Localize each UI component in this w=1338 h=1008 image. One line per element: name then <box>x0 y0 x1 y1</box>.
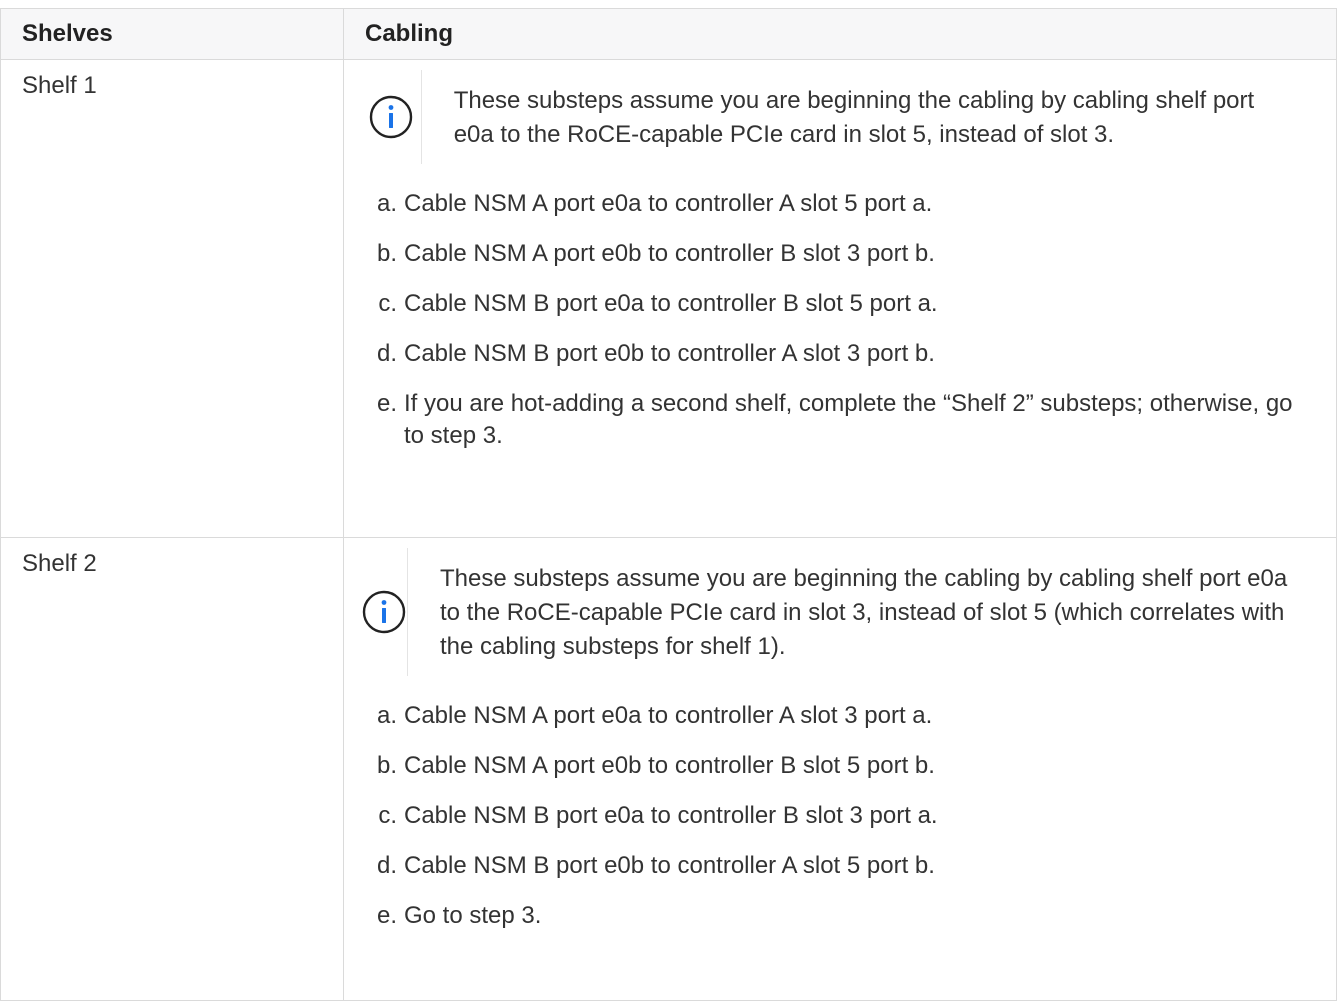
step-text: Cable NSM B port e0b to controller A slo… <box>404 852 935 879</box>
substep-list: a. Cable NSM A port e0a to controller A … <box>361 700 1336 932</box>
info-icon <box>362 590 406 634</box>
step-text: Go to step 3. <box>404 902 542 929</box>
step-text: Cable NSM B port e0b to controller A slo… <box>404 340 935 367</box>
list-item: e. Go to step 3. <box>361 900 1336 932</box>
list-item: a. Cable NSM A port e0a to controller A … <box>361 188 1336 220</box>
list-item: c. Cable NSM B port e0a to controller B … <box>361 288 1336 320</box>
shelf-cell: Shelf 1 <box>0 59 344 538</box>
step-marker: b. <box>376 240 397 267</box>
column-header-cabling: Cabling <box>343 8 1337 60</box>
step-text: Cable NSM A port e0a to controller A slo… <box>404 190 933 217</box>
step-text: Cable NSM A port e0b to controller B slo… <box>404 240 935 267</box>
list-item: b. Cable NSM A port e0b to controller B … <box>361 750 1336 782</box>
shelf-name: Shelf 1 <box>22 72 97 99</box>
list-item: c. Cable NSM B port e0a to controller B … <box>361 800 1336 832</box>
list-item: a. Cable NSM A port e0a to controller A … <box>361 700 1336 732</box>
note-admonition: These substeps assume you are beginning … <box>361 548 1336 676</box>
table-row: Shelf 2 These substeps assume you are be… <box>0 537 1337 1001</box>
step-text: Cable NSM B port e0a to controller B slo… <box>404 802 938 829</box>
note-text: These substeps assume you are beginning … <box>440 565 1288 660</box>
list-item: b. Cable NSM A port e0b to controller B … <box>361 238 1336 270</box>
step-marker: c. <box>378 290 397 317</box>
cabling-table: Shelves Cabling Shelf 1 These substeps a… <box>0 8 1337 1001</box>
step-marker: c. <box>378 802 397 829</box>
table-header-row: Shelves Cabling <box>0 8 1337 60</box>
step-marker: b. <box>376 752 397 779</box>
list-item: d. Cable NSM B port e0b to controller A … <box>361 338 1336 370</box>
step-marker: d. <box>376 852 397 879</box>
step-marker: a. <box>376 190 397 217</box>
shelf-cell: Shelf 2 <box>0 537 344 1001</box>
cabling-cell: These substeps assume you are beginning … <box>343 537 1337 1001</box>
step-text: Cable NSM B port e0a to controller B slo… <box>404 290 938 317</box>
substep-list: a. Cable NSM A port e0a to controller A … <box>361 188 1336 452</box>
column-header-shelves: Shelves <box>0 8 344 60</box>
step-marker: a. <box>376 702 397 729</box>
note-admonition: These substeps assume you are beginning … <box>361 70 1336 164</box>
cabling-cell: These substeps assume you are beginning … <box>343 59 1337 538</box>
step-marker: e. <box>376 902 397 929</box>
step-text: Cable NSM A port e0b to controller B slo… <box>404 752 935 779</box>
shelf-name: Shelf 2 <box>22 550 97 577</box>
step-text: If you are hot-adding a second shelf, co… <box>404 390 1293 449</box>
info-icon <box>369 95 413 139</box>
step-marker: e. <box>376 390 397 417</box>
list-item: d. Cable NSM B port e0b to controller A … <box>361 850 1336 882</box>
table-row: Shelf 1 These substeps assume you are be… <box>0 59 1337 538</box>
step-marker: d. <box>376 340 397 367</box>
list-item: e. If you are hot-adding a second shelf,… <box>361 388 1336 452</box>
step-text: Cable NSM A port e0a to controller A slo… <box>404 702 933 729</box>
note-text: These substeps assume you are beginning … <box>453 87 1255 148</box>
